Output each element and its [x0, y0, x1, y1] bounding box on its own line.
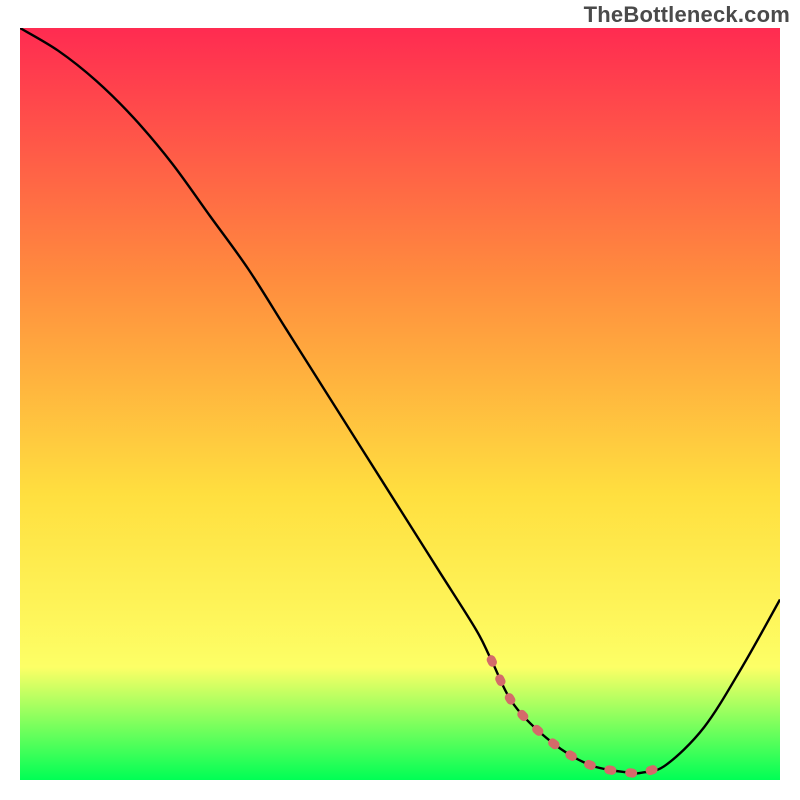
bottleneck-plot	[0, 0, 800, 800]
watermark-text: TheBottleneck.com	[584, 2, 790, 28]
frame-bottom	[0, 780, 800, 800]
chart-stage: TheBottleneck.com	[0, 0, 800, 800]
plot-background	[20, 28, 780, 780]
frame-left	[0, 0, 20, 800]
frame-right	[780, 0, 800, 800]
